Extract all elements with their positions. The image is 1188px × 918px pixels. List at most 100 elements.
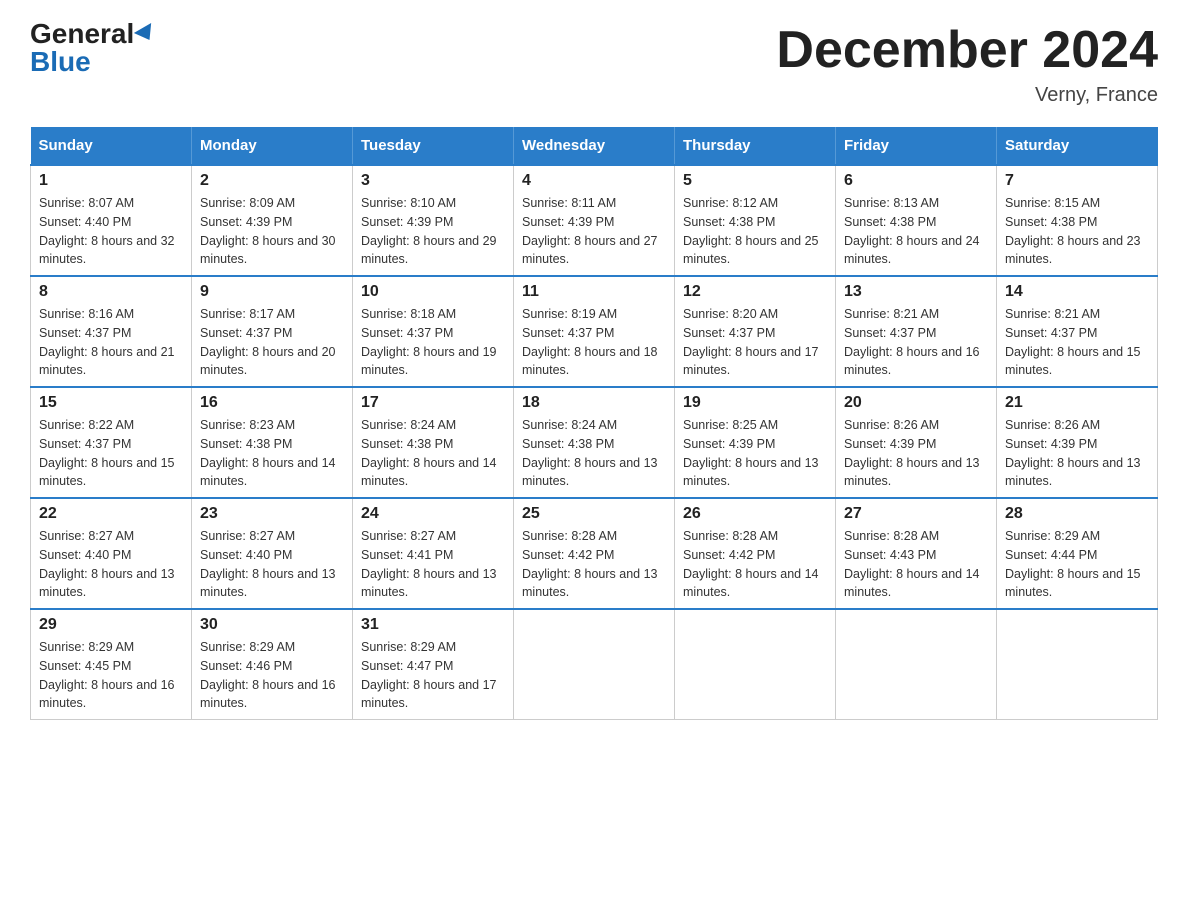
table-row: 13 Sunrise: 8:21 AM Sunset: 4:37 PM Dayl…	[836, 276, 997, 387]
daylight-label: Daylight: 8 hours and 24 minutes.	[844, 234, 980, 267]
sunrise-label: Sunrise: 8:21 AM	[844, 307, 939, 321]
day-info: Sunrise: 8:29 AM Sunset: 4:47 PM Dayligh…	[361, 638, 505, 713]
daylight-label: Daylight: 8 hours and 23 minutes.	[1005, 234, 1141, 267]
day-number: 12	[683, 283, 827, 301]
table-row	[836, 609, 997, 720]
sunset-label: Sunset: 4:37 PM	[39, 437, 131, 451]
daylight-label: Daylight: 8 hours and 13 minutes.	[844, 456, 980, 489]
sunrise-label: Sunrise: 8:10 AM	[361, 196, 456, 210]
daylight-label: Daylight: 8 hours and 14 minutes.	[200, 456, 336, 489]
logo-triangle-icon	[134, 23, 158, 45]
sunset-label: Sunset: 4:39 PM	[1005, 437, 1097, 451]
sunset-label: Sunset: 4:44 PM	[1005, 548, 1097, 562]
day-info: Sunrise: 8:28 AM Sunset: 4:42 PM Dayligh…	[522, 527, 666, 602]
sunset-label: Sunset: 4:37 PM	[522, 326, 614, 340]
day-number: 30	[200, 616, 344, 634]
table-row: 23 Sunrise: 8:27 AM Sunset: 4:40 PM Dayl…	[192, 498, 353, 609]
day-info: Sunrise: 8:21 AM Sunset: 4:37 PM Dayligh…	[1005, 305, 1149, 380]
day-info: Sunrise: 8:26 AM Sunset: 4:39 PM Dayligh…	[844, 416, 988, 491]
table-row	[997, 609, 1158, 720]
daylight-label: Daylight: 8 hours and 29 minutes.	[361, 234, 497, 267]
sunrise-label: Sunrise: 8:28 AM	[844, 529, 939, 543]
col-saturday: Saturday	[997, 127, 1158, 165]
sunset-label: Sunset: 4:42 PM	[683, 548, 775, 562]
table-row: 28 Sunrise: 8:29 AM Sunset: 4:44 PM Dayl…	[997, 498, 1158, 609]
daylight-label: Daylight: 8 hours and 14 minutes.	[844, 567, 980, 600]
day-number: 3	[361, 172, 505, 190]
daylight-label: Daylight: 8 hours and 14 minutes.	[361, 456, 497, 489]
day-info: Sunrise: 8:16 AM Sunset: 4:37 PM Dayligh…	[39, 305, 183, 380]
day-info: Sunrise: 8:28 AM Sunset: 4:42 PM Dayligh…	[683, 527, 827, 602]
table-row: 27 Sunrise: 8:28 AM Sunset: 4:43 PM Dayl…	[836, 498, 997, 609]
daylight-label: Daylight: 8 hours and 16 minutes.	[200, 678, 336, 711]
col-sunday: Sunday	[31, 127, 192, 165]
day-number: 1	[39, 172, 183, 190]
daylight-label: Daylight: 8 hours and 16 minutes.	[39, 678, 175, 711]
sunset-label: Sunset: 4:37 PM	[683, 326, 775, 340]
sunset-label: Sunset: 4:37 PM	[1005, 326, 1097, 340]
day-number: 8	[39, 283, 183, 301]
col-wednesday: Wednesday	[514, 127, 675, 165]
sunrise-label: Sunrise: 8:09 AM	[200, 196, 295, 210]
day-number: 7	[1005, 172, 1149, 190]
day-number: 20	[844, 394, 988, 412]
day-number: 19	[683, 394, 827, 412]
day-number: 6	[844, 172, 988, 190]
day-info: Sunrise: 8:24 AM Sunset: 4:38 PM Dayligh…	[361, 416, 505, 491]
day-info: Sunrise: 8:21 AM Sunset: 4:37 PM Dayligh…	[844, 305, 988, 380]
table-row: 21 Sunrise: 8:26 AM Sunset: 4:39 PM Dayl…	[997, 387, 1158, 498]
day-number: 27	[844, 505, 988, 523]
day-info: Sunrise: 8:28 AM Sunset: 4:43 PM Dayligh…	[844, 527, 988, 602]
sunrise-label: Sunrise: 8:18 AM	[361, 307, 456, 321]
sunrise-label: Sunrise: 8:29 AM	[200, 640, 295, 654]
day-number: 11	[522, 283, 666, 301]
day-number: 15	[39, 394, 183, 412]
daylight-label: Daylight: 8 hours and 13 minutes.	[522, 456, 658, 489]
daylight-label: Daylight: 8 hours and 13 minutes.	[683, 456, 819, 489]
day-number: 16	[200, 394, 344, 412]
day-number: 5	[683, 172, 827, 190]
daylight-label: Daylight: 8 hours and 13 minutes.	[39, 567, 175, 600]
sunset-label: Sunset: 4:38 PM	[683, 215, 775, 229]
day-number: 24	[361, 505, 505, 523]
day-info: Sunrise: 8:27 AM Sunset: 4:40 PM Dayligh…	[200, 527, 344, 602]
table-row: 14 Sunrise: 8:21 AM Sunset: 4:37 PM Dayl…	[997, 276, 1158, 387]
day-number: 13	[844, 283, 988, 301]
table-row: 30 Sunrise: 8:29 AM Sunset: 4:46 PM Dayl…	[192, 609, 353, 720]
day-info: Sunrise: 8:19 AM Sunset: 4:37 PM Dayligh…	[522, 305, 666, 380]
day-number: 23	[200, 505, 344, 523]
calendar-table: Sunday Monday Tuesday Wednesday Thursday…	[30, 127, 1158, 720]
sunrise-label: Sunrise: 8:11 AM	[522, 196, 616, 210]
daylight-label: Daylight: 8 hours and 13 minutes.	[361, 567, 497, 600]
daylight-label: Daylight: 8 hours and 16 minutes.	[844, 345, 980, 378]
daylight-label: Daylight: 8 hours and 17 minutes.	[361, 678, 497, 711]
table-row: 22 Sunrise: 8:27 AM Sunset: 4:40 PM Dayl…	[31, 498, 192, 609]
week-row-1: 1 Sunrise: 8:07 AM Sunset: 4:40 PM Dayli…	[31, 165, 1158, 276]
table-row	[514, 609, 675, 720]
day-number: 2	[200, 172, 344, 190]
table-row: 18 Sunrise: 8:24 AM Sunset: 4:38 PM Dayl…	[514, 387, 675, 498]
day-number: 29	[39, 616, 183, 634]
col-friday: Friday	[836, 127, 997, 165]
table-row: 16 Sunrise: 8:23 AM Sunset: 4:38 PM Dayl…	[192, 387, 353, 498]
sunrise-label: Sunrise: 8:27 AM	[39, 529, 134, 543]
sunset-label: Sunset: 4:40 PM	[39, 548, 131, 562]
table-row	[675, 609, 836, 720]
day-number: 4	[522, 172, 666, 190]
daylight-label: Daylight: 8 hours and 15 minutes.	[1005, 567, 1141, 600]
day-info: Sunrise: 8:22 AM Sunset: 4:37 PM Dayligh…	[39, 416, 183, 491]
sunrise-label: Sunrise: 8:25 AM	[683, 418, 778, 432]
day-number: 18	[522, 394, 666, 412]
daylight-label: Daylight: 8 hours and 15 minutes.	[1005, 345, 1141, 378]
sunset-label: Sunset: 4:38 PM	[844, 215, 936, 229]
sunset-label: Sunset: 4:40 PM	[200, 548, 292, 562]
day-number: 14	[1005, 283, 1149, 301]
daylight-label: Daylight: 8 hours and 14 minutes.	[683, 567, 819, 600]
table-row: 31 Sunrise: 8:29 AM Sunset: 4:47 PM Dayl…	[353, 609, 514, 720]
col-monday: Monday	[192, 127, 353, 165]
day-info: Sunrise: 8:26 AM Sunset: 4:39 PM Dayligh…	[1005, 416, 1149, 491]
sunrise-label: Sunrise: 8:22 AM	[39, 418, 134, 432]
sunset-label: Sunset: 4:39 PM	[844, 437, 936, 451]
week-row-4: 22 Sunrise: 8:27 AM Sunset: 4:40 PM Dayl…	[31, 498, 1158, 609]
sunrise-label: Sunrise: 8:29 AM	[1005, 529, 1100, 543]
